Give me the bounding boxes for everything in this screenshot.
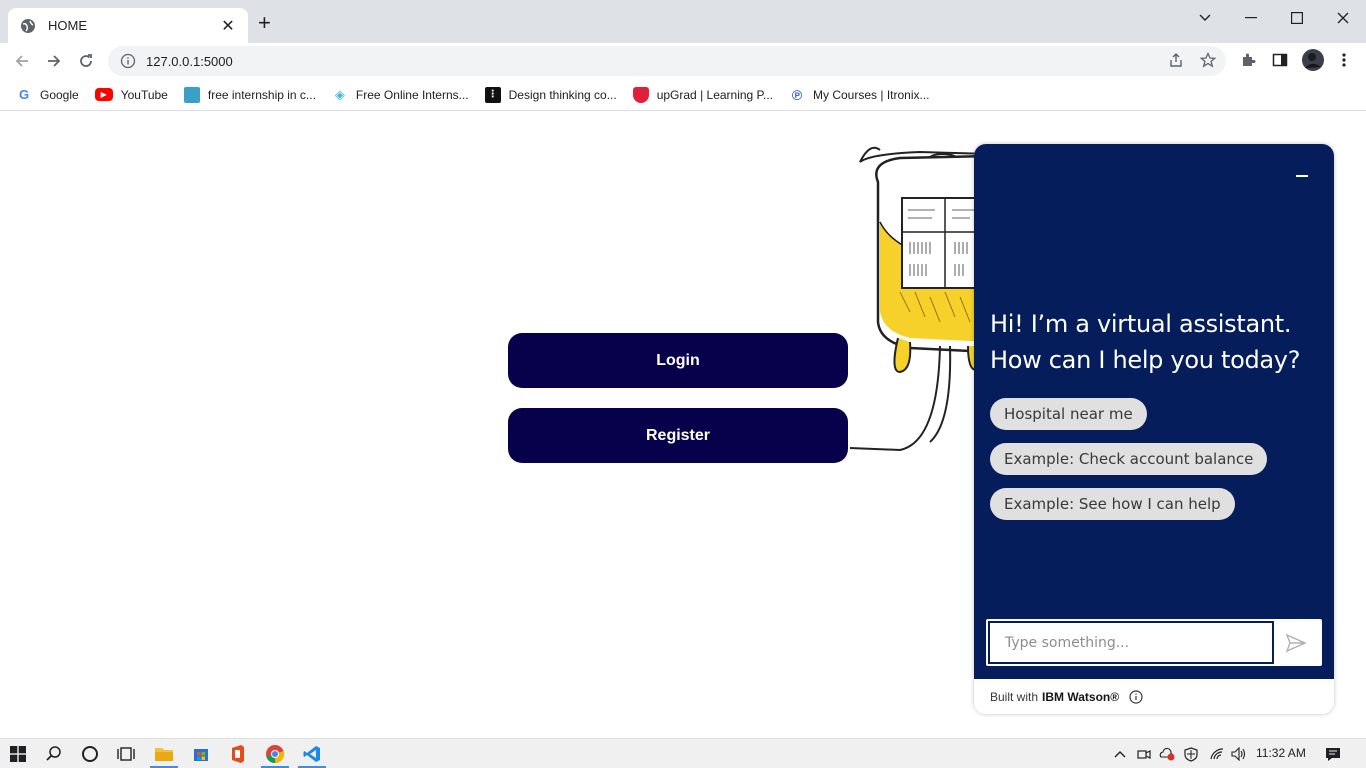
new-tab-icon[interactable]: +	[258, 12, 271, 34]
back-icon[interactable]	[10, 49, 34, 73]
bookmark-label: Google	[40, 87, 79, 102]
bookmark-itronix[interactable]: ℗ My Courses | Itronix...	[789, 86, 930, 103]
windows-start-icon[interactable]	[6, 742, 30, 766]
meet-now-icon[interactable]	[1136, 745, 1152, 763]
bookmark-google[interactable]: G Google	[16, 86, 79, 103]
office-icon[interactable]	[226, 742, 250, 766]
bookmark-label: My Courses | Itronix...	[813, 87, 930, 102]
cortana-icon[interactable]	[78, 742, 102, 766]
close-tab-icon[interactable]: ✕	[220, 16, 236, 36]
show-hidden-icons-icon[interactable]	[1112, 745, 1128, 763]
bookmarks-bar: G Google ▶ YouTube free internship in c.…	[0, 79, 1366, 111]
footer-brand: IBM Watson®	[1042, 689, 1120, 704]
globe-icon	[21, 18, 35, 33]
minimize-chat-icon[interactable]	[1291, 166, 1313, 186]
suggestion-see-how-i-can-help[interactable]: Example: See how I can help	[990, 488, 1235, 520]
bookmark-label: free internship in c...	[207, 87, 316, 102]
browser-tab-strip: HOME ✕ +	[0, 0, 1366, 43]
volume-icon[interactable]	[1230, 745, 1248, 763]
bookmark-youtube[interactable]: ▶ YouTube	[94, 87, 168, 102]
share-icon[interactable]	[1166, 50, 1186, 70]
bookmark-internship[interactable]: free internship in c...	[183, 86, 316, 103]
footer-prefix: Built with	[990, 689, 1039, 704]
store-icon[interactable]	[189, 742, 213, 766]
bookmark-label: Design thinking co...	[508, 87, 617, 102]
design-icon: ⋮	[484, 86, 501, 103]
vscode-icon[interactable]	[300, 742, 324, 766]
send-icon[interactable]	[1284, 631, 1308, 655]
forward-icon[interactable]	[42, 49, 66, 73]
side-panel-icon[interactable]	[1270, 50, 1290, 70]
internship-icon	[183, 86, 200, 103]
browser-tab[interactable]: HOME ✕	[8, 8, 248, 43]
address-bar[interactable]: 127.0.0.1:5000	[108, 46, 1226, 76]
file-explorer-icon[interactable]	[152, 742, 176, 766]
login-button[interactable]: Login	[508, 333, 848, 388]
url-text: 127.0.0.1:5000	[146, 53, 233, 69]
wifi-icon[interactable]	[1208, 745, 1226, 763]
minimize-window-icon[interactable]	[1228, 6, 1274, 30]
bookmark-upgrad[interactable]: upGrad | Learning P...	[632, 86, 774, 103]
notifications-icon[interactable]	[1324, 745, 1342, 763]
bookmark-design-thinking[interactable]: ⋮ Design thinking co...	[484, 86, 617, 103]
youtube-icon: ▶	[94, 88, 113, 101]
task-view-icon[interactable]	[114, 742, 138, 766]
chat-body: Hi! I’m a virtual assistant. How can I h…	[974, 144, 1334, 679]
reload-icon[interactable]	[74, 49, 98, 73]
search-icon[interactable]	[42, 742, 66, 766]
site-info-icon[interactable]	[120, 53, 136, 69]
extensions-icon[interactable]	[1238, 50, 1258, 70]
profile-avatar[interactable]	[1302, 49, 1324, 71]
browser-toolbar: 127.0.0.1:5000	[0, 43, 1366, 79]
upgrad-icon	[632, 86, 649, 103]
chat-greeting: Hi! I’m a virtual assistant. How can I h…	[990, 310, 1301, 374]
taskbar-clock[interactable]: 11:32 AM	[1256, 746, 1306, 760]
tab-search-icon[interactable]	[1182, 6, 1228, 30]
itronix-icon: ℗	[789, 86, 806, 103]
tab-title: HOME	[48, 18, 87, 33]
maximize-window-icon[interactable]	[1274, 6, 1320, 30]
chat-footer: Built with IBM Watson®	[974, 679, 1334, 714]
onedrive-error-icon[interactable]	[1158, 745, 1176, 763]
bookmark-label: YouTube	[120, 87, 168, 102]
chat-message-input[interactable]	[988, 621, 1274, 664]
browser-menu-icon[interactable]	[1334, 50, 1354, 70]
chat-input-container	[986, 619, 1322, 666]
blood-bag-illustration	[849, 146, 990, 452]
security-shield-icon[interactable]	[1182, 745, 1200, 763]
suggestion-check-account-balance[interactable]: Example: Check account balance	[990, 443, 1268, 475]
suggestion-hospital-near-me[interactable]: Hospital near me	[990, 398, 1147, 430]
chrome-icon[interactable]	[263, 742, 287, 766]
chat-widget: Hi! I’m a virtual assistant. How can I h…	[974, 144, 1334, 714]
windows-taskbar: 11:32 AM	[0, 738, 1366, 768]
info-icon[interactable]	[1129, 689, 1143, 704]
bookmark-free-online[interactable]: ◈ Free Online Interns...	[331, 86, 469, 103]
bookmark-star-icon[interactable]	[1198, 50, 1218, 70]
bookmark-label: upGrad | Learning P...	[656, 87, 774, 102]
bookmark-label: Free Online Interns...	[355, 87, 469, 102]
google-icon: G	[16, 86, 32, 103]
close-window-icon[interactable]	[1320, 6, 1366, 30]
box-icon: ◈	[331, 86, 348, 103]
register-button[interactable]: Register	[508, 408, 848, 463]
